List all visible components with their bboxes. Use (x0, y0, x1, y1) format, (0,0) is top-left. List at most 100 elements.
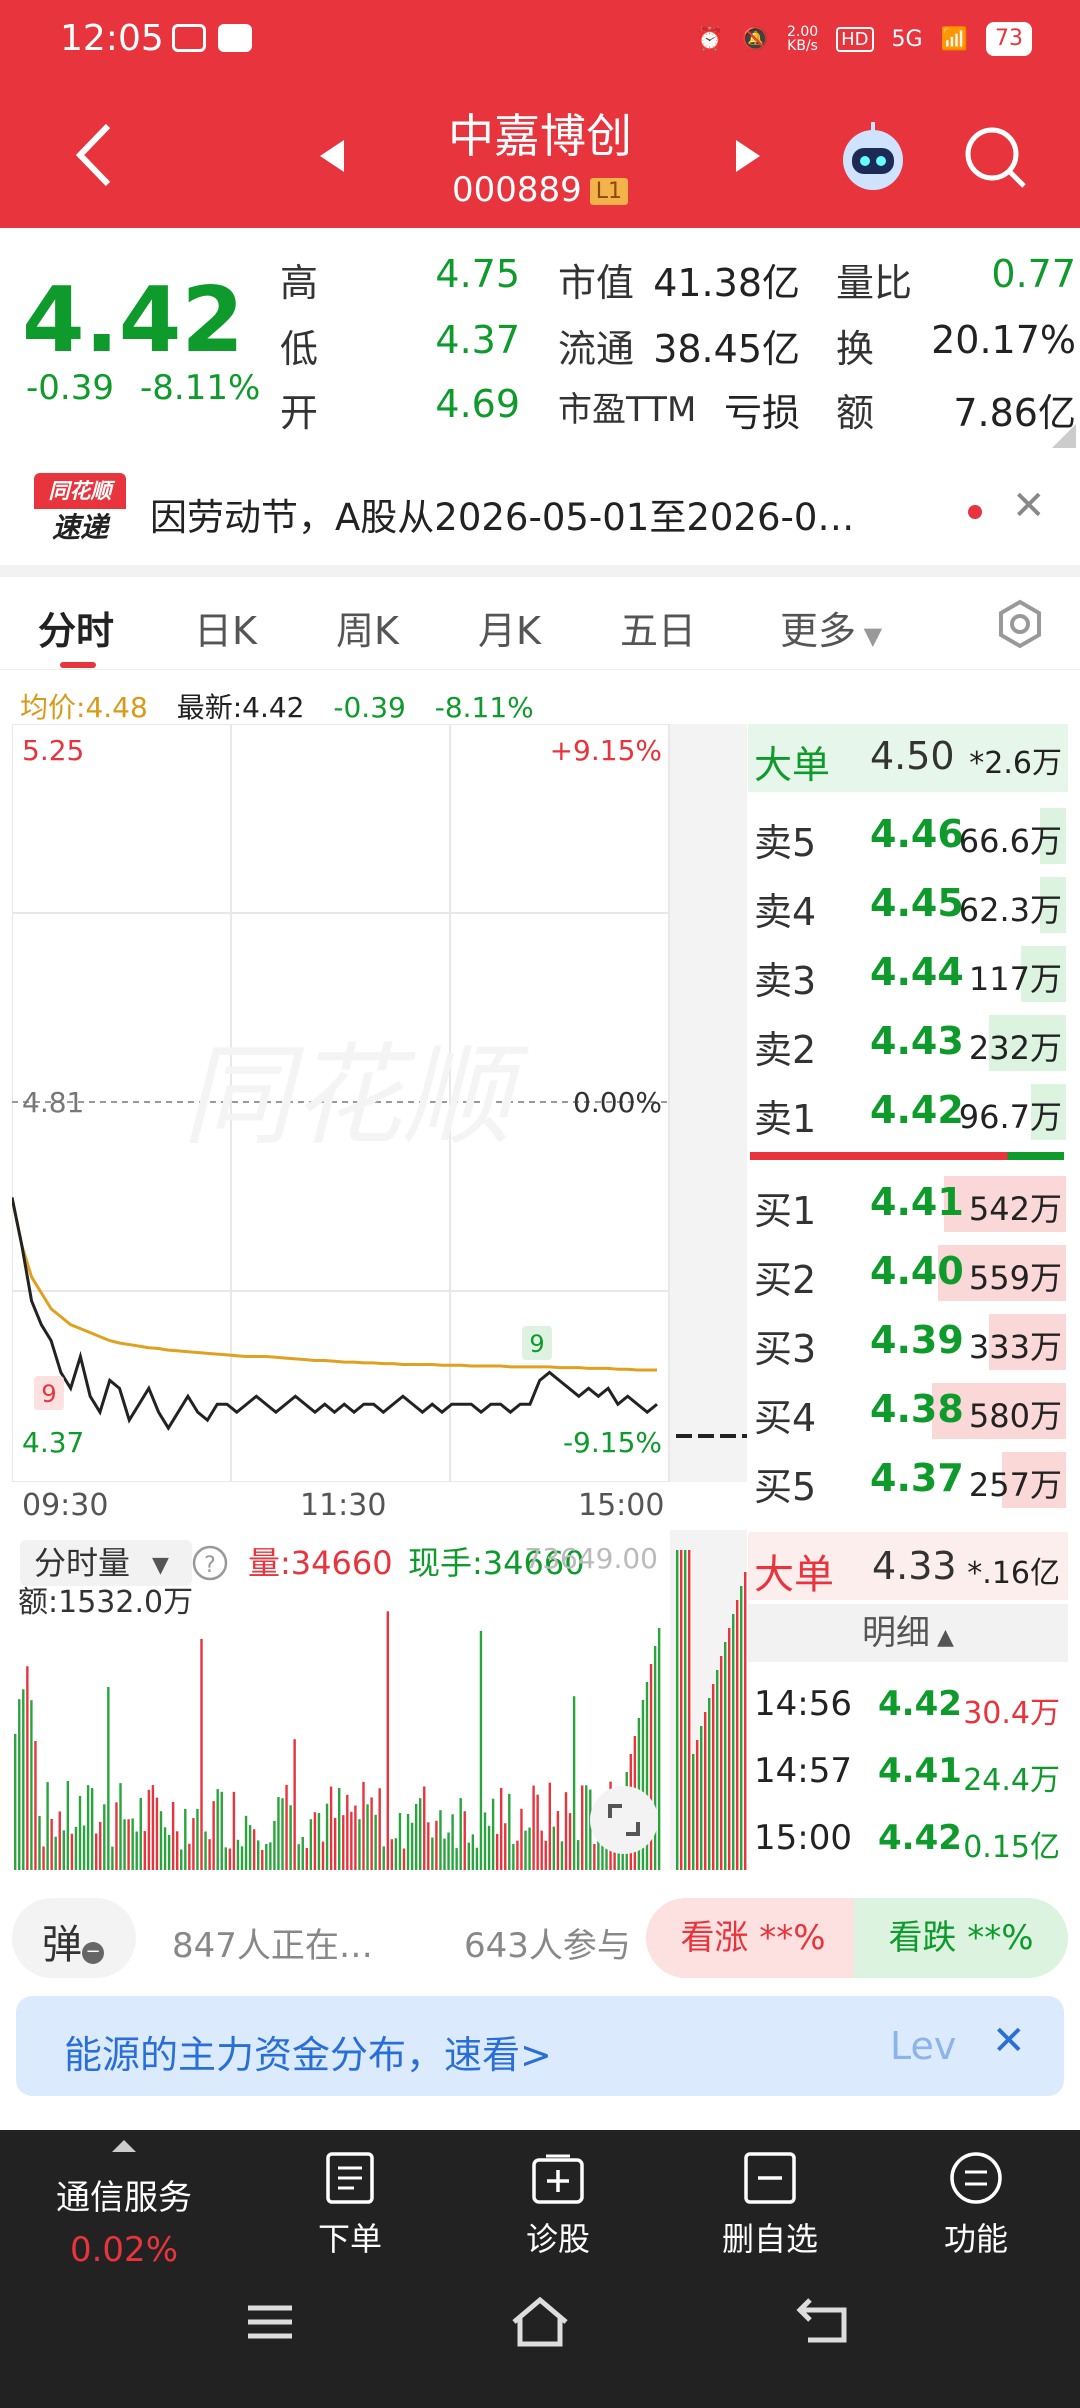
volume-bar (386, 1611, 389, 1870)
volume-bar (516, 1840, 519, 1870)
volume-max: 73649.00 (524, 1542, 658, 1575)
settings-icon[interactable] (994, 598, 1046, 650)
trade-time: 14:56 (754, 1684, 852, 1724)
marker-left: 9 (34, 1376, 64, 1410)
watching-count: 847人正在… (172, 1926, 373, 1966)
volume-bar (212, 1801, 215, 1870)
header: 12:05 ⏰ 🔕 2.00 KB/s HD 5G 📶 73 中嘉博创 00088… (0, 0, 1080, 228)
bid-level[interactable]: 买3 4.39 333万 (748, 1308, 1068, 1376)
tab-more[interactable]: 更多 ▼ (780, 600, 882, 655)
expand-corner-icon[interactable] (1052, 424, 1076, 448)
tab-five-day[interactable]: 五日 (620, 600, 696, 655)
volume-bar (159, 1811, 163, 1870)
trade-time: 15:00 (754, 1818, 852, 1858)
volume-bar (188, 1843, 191, 1870)
volume-bar (70, 1833, 74, 1870)
after-hours-volume-bar (696, 1740, 699, 1870)
intraday-chart[interactable]: 5.25 4.81 4.37 +9.15% 0.00% -9.15% 同花顺 9… (12, 724, 747, 1482)
volume-bar (208, 1839, 211, 1870)
danmaku-toggle[interactable]: 弹 − (12, 1898, 136, 1978)
volume-bar (252, 1829, 256, 1870)
bid-level[interactable]: 买4 4.38 580万 (748, 1377, 1068, 1445)
notice-text[interactable]: 因劳动节，A股从2026-05-01至2026-0… (150, 487, 960, 541)
tab-monthly-k[interactable]: 月K (478, 600, 541, 655)
home-icon[interactable] (508, 2296, 572, 2348)
next-stock-icon[interactable] (732, 138, 762, 174)
hd-icon: HD (836, 26, 874, 52)
vote-up-button[interactable]: 看涨 **% (646, 1898, 860, 1978)
bid-volume: 542万 (968, 1190, 1062, 1228)
quote-panel: 4.42 -0.39 -8.11% 高 4.75 低 4.37 开 4.69 市… (0, 228, 1080, 448)
search-icon[interactable] (962, 124, 1028, 190)
signal-icon: 5G (891, 26, 923, 52)
ask-level[interactable]: 卖4 4.45 62.3万 (748, 871, 1068, 939)
ask-level[interactable]: 卖2 4.43 232万 (748, 1009, 1068, 1077)
volume-bar (50, 1818, 53, 1870)
promo-banner[interactable]: 能源的主力资金分布，速看> Lev ✕ (16, 1996, 1064, 2096)
volume-bar (576, 1840, 580, 1870)
volume-bar (354, 1805, 357, 1870)
banner-text[interactable]: 能源的主力资金分布，速看> (64, 2024, 552, 2079)
avg-label: 均价: (20, 691, 86, 724)
bid-level[interactable]: 买1 4.41 542万 (748, 1170, 1068, 1238)
bid-label: 买1 (754, 1189, 817, 1233)
recents-icon[interactable] (244, 2302, 296, 2346)
volume-bar (427, 1822, 430, 1870)
ask-volume: 62.3万 (958, 891, 1062, 929)
detail-toggle[interactable]: 明细 ▲ (748, 1604, 1068, 1662)
ask-level[interactable]: 卖3 4.44 117万 (748, 940, 1068, 1008)
volume-bar (463, 1811, 466, 1870)
volume-bar (220, 1791, 223, 1870)
remove-watchlist-button[interactable]: 删自选 (700, 2150, 840, 2260)
ask-level[interactable]: 卖5 4.46 66.6万 (748, 802, 1068, 870)
tab-intraday[interactable]: 分时 (38, 600, 114, 655)
back-icon[interactable] (796, 2298, 852, 2346)
big-buy-price: 4.33 (872, 1544, 957, 1588)
volume-bar (585, 1785, 588, 1870)
order-button[interactable]: 下单 (290, 2150, 410, 2260)
big-sell-row[interactable]: 大单 4.50 *2.6万 (748, 724, 1068, 792)
functions-button[interactable]: 功能 (916, 2150, 1036, 2260)
last-label: 最新: (176, 691, 243, 724)
bid-level[interactable]: 买2 4.40 559万 (748, 1239, 1068, 1307)
volume-bar (552, 1826, 556, 1870)
volume-bar (22, 1689, 25, 1870)
volume-bar (18, 1699, 21, 1870)
volume-bar (26, 1666, 29, 1870)
sector-name[interactable]: 通信服务 (0, 2170, 248, 2219)
sector-expand-icon[interactable] (112, 2140, 136, 2152)
volume-label: 量:34660 (248, 1544, 393, 1582)
volume-bar (382, 1846, 385, 1870)
volume-bar (123, 1819, 126, 1870)
notice-bar[interactable]: 同花顺 速递 因劳动节，A股从2026-05-01至2026-0… ✕ (0, 455, 1080, 565)
pe-label: 市盈TTM (558, 390, 697, 430)
tab-indicator (60, 662, 96, 668)
robot-assistant-icon[interactable] (836, 118, 910, 192)
y-bottom-label: 4.37 (22, 1426, 84, 1459)
volume-bar (394, 1838, 398, 1870)
ask-level[interactable]: 卖1 4.42 96.7万 (748, 1078, 1068, 1146)
big-buy-row[interactable]: 大单 4.33 *.16亿 (748, 1532, 1068, 1600)
volume-bar (293, 1739, 296, 1870)
fullscreen-button[interactable] (590, 1786, 658, 1854)
speed-indicator: 2.00 KB/s (787, 25, 818, 53)
close-icon[interactable]: ✕ (1012, 483, 1046, 529)
after-hours-volume-bar (712, 1684, 715, 1870)
vote-down-button[interactable]: 看跌 **% (854, 1898, 1068, 1978)
turnover-label: 换 (836, 327, 875, 371)
bid-level[interactable]: 买5 4.37 257万 (748, 1446, 1068, 1514)
volume-chart[interactable]: 分时量 ▼ ? 量:34660 现手: 34660 73649.00 额:1532… (12, 1530, 747, 1870)
banner-close-icon[interactable]: ✕ (992, 2018, 1026, 2064)
volume-bar (406, 1813, 410, 1870)
order-book: 大单 4.50 *2.6万 卖5 4.46 66.6万 卖4 4.45 62.3万 卖3 4.… (748, 724, 1068, 1509)
wifi-icon: 📶 (940, 26, 968, 52)
diagnose-button[interactable]: 诊股 (498, 2150, 618, 2260)
volume-bar (313, 1812, 317, 1870)
tab-weekly-k[interactable]: 周K (336, 600, 399, 655)
volume-bar (277, 1797, 280, 1870)
volume-bar (285, 1784, 288, 1870)
volume-bar (540, 1830, 543, 1870)
functions-label: 功能 (943, 2220, 1008, 2258)
volume-bar (155, 1797, 159, 1870)
tab-daily-k[interactable]: 日K (194, 600, 257, 655)
